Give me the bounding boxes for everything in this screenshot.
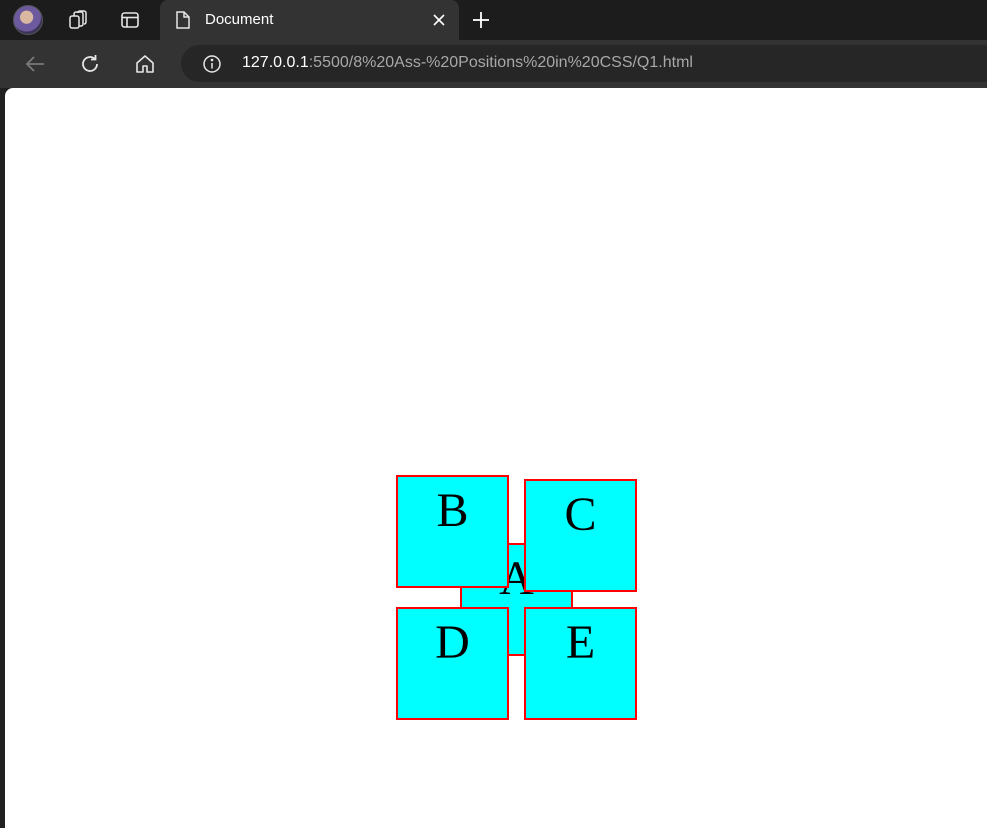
page-viewport: A B C D E [5, 88, 987, 828]
url-text[interactable]: 127.0.0.1:5500/8%20Ass-%20Positions%20in… [242, 54, 693, 72]
box-e: E [524, 607, 637, 720]
new-tab-icon[interactable] [469, 8, 493, 32]
tab-bar: Document [0, 0, 987, 40]
address-bar[interactable]: 127.0.0.1:5500/8%20Ass-%20Positions%20in… [181, 45, 987, 82]
browser-toolbar: 127.0.0.1:5500/8%20Ass-%20Positions%20in… [0, 40, 987, 88]
tab-title: Document [205, 11, 274, 28]
box-b: B [396, 475, 509, 588]
page-icon [174, 10, 192, 30]
workspaces-icon[interactable] [66, 8, 90, 32]
tab-actions-icon[interactable] [118, 8, 142, 32]
box-c: C [524, 479, 637, 592]
url-host: 127.0.0.1 [242, 54, 309, 71]
profile-avatar[interactable] [13, 5, 43, 35]
back-arrow-icon[interactable] [23, 52, 47, 76]
url-path: :5500/8%20Ass-%20Positions%20in%20CSS/Q1… [308, 54, 693, 71]
site-info-icon[interactable] [201, 53, 223, 75]
home-icon[interactable] [133, 52, 157, 76]
tab-document[interactable]: Document [160, 0, 459, 40]
refresh-icon[interactable] [78, 52, 102, 76]
close-tab-icon[interactable] [430, 11, 448, 29]
box-d: D [396, 607, 509, 720]
